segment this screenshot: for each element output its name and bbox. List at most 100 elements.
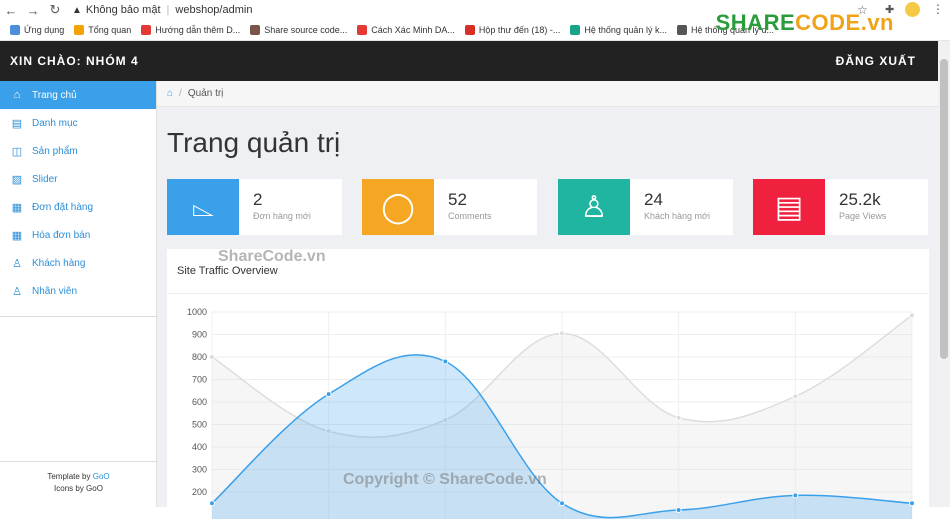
menu-icon[interactable]: ⋮ bbox=[932, 2, 944, 16]
bookmark-label: Ứng dụng bbox=[24, 25, 65, 35]
profile-icon[interactable] bbox=[905, 2, 920, 17]
sidebar-item-label: Nhân viên bbox=[32, 285, 78, 297]
data-point[interactable] bbox=[675, 414, 682, 421]
sidebar-item-4[interactable]: ▦ Đơn đặt hàng bbox=[0, 193, 156, 221]
url-field[interactable]: ▲ Không bảo mật | webshop/admin bbox=[72, 4, 252, 16]
user-icon: ♙ bbox=[12, 257, 22, 270]
sidebar-item-6[interactable]: ♙ Khách hàng bbox=[0, 249, 156, 277]
sidebar-item-label: Đơn đặt hàng bbox=[32, 201, 94, 213]
stat-label: Đơn hàng mới bbox=[253, 211, 311, 221]
y-tick-label: 400 bbox=[192, 442, 207, 452]
scrollbar-thumb[interactable] bbox=[940, 59, 948, 359]
y-tick-label: 200 bbox=[192, 487, 207, 497]
brand-part1: SHARE bbox=[715, 10, 796, 35]
logout-link[interactable]: ĐĂNG XUẤT bbox=[836, 54, 916, 68]
bookmark-item[interactable]: Hướng dẫn thêm D... bbox=[141, 25, 240, 35]
bookmark-label: Cách Xác Minh DA... bbox=[371, 25, 455, 35]
breadcrumb-current: Quản trị bbox=[187, 88, 224, 99]
data-point[interactable] bbox=[909, 500, 915, 507]
bag-icon: ◫ bbox=[11, 145, 23, 158]
bookmark-icon bbox=[10, 25, 20, 35]
y-tick-label: 500 bbox=[192, 420, 207, 430]
sidebar-item-0[interactable]: ⌂ Trang chủ bbox=[0, 81, 156, 109]
back-icon[interactable]: ← bbox=[0, 3, 22, 18]
data-point[interactable] bbox=[792, 393, 799, 400]
stat-card: ⌳ 2 Đơn hàng mới bbox=[167, 179, 342, 235]
bookmark-icon bbox=[464, 25, 475, 35]
data-point[interactable] bbox=[559, 500, 565, 507]
page-title: Trang quản trị bbox=[167, 127, 341, 158]
sidebar-item-label: Trang chủ bbox=[32, 89, 77, 101]
footer-icons-text: Icons by GoO bbox=[54, 484, 103, 493]
bookmark-item[interactable]: Tổng quan bbox=[74, 25, 131, 35]
breadcrumb-separator: / bbox=[179, 88, 182, 99]
data-point[interactable] bbox=[325, 391, 332, 398]
bookmark-item[interactable]: Hệ thống quản lý k... bbox=[570, 25, 667, 35]
sidebar-item-label: Hóa đơn bán bbox=[32, 229, 91, 241]
stat-value: 2 bbox=[253, 190, 263, 209]
table-icon: ▦ bbox=[11, 229, 23, 242]
bookmark-label: Tổng quan bbox=[88, 25, 132, 35]
sidebar-item-7[interactable]: ♙ Nhân viên bbox=[0, 277, 156, 305]
bookmark-icon bbox=[570, 25, 581, 35]
warning-icon: ▲ bbox=[72, 4, 82, 16]
stat-value: 52 bbox=[448, 190, 467, 209]
bookmark-label: Share source code... bbox=[264, 25, 348, 35]
comment-icon: ◯ bbox=[362, 179, 434, 235]
bookmark-item[interactable]: Cách Xác Minh DA... bbox=[357, 25, 455, 35]
bookmark-icon bbox=[250, 25, 261, 35]
footer-template-link[interactable]: GoO bbox=[93, 472, 110, 481]
y-tick-label: 300 bbox=[192, 465, 207, 475]
browser-window-icon: ▤ bbox=[753, 179, 825, 235]
bookmark-label: Hệ thống quản lý k... bbox=[584, 25, 667, 35]
stat-value: 25.2k bbox=[839, 190, 881, 209]
watermark-center: ShareCode.vn bbox=[218, 248, 326, 265]
y-tick-label: 700 bbox=[192, 375, 207, 385]
y-tick-label: 1000 bbox=[187, 307, 207, 317]
data-point[interactable] bbox=[442, 358, 449, 365]
traffic-chart: 1000 900 800 700 600 500 400 300 200 bbox=[187, 307, 915, 519]
user-icon: ♙ bbox=[12, 285, 22, 298]
bookmark-item[interactable]: Hộp thư đến (18) -... bbox=[464, 25, 560, 35]
url-separator: | bbox=[166, 4, 170, 16]
bookmark-item[interactable]: Share source code... bbox=[250, 25, 347, 35]
data-point[interactable] bbox=[909, 312, 915, 319]
image-icon: ▨ bbox=[11, 173, 23, 186]
home-icon[interactable]: ⌂ bbox=[167, 88, 173, 99]
reload-icon[interactable]: ↻ bbox=[44, 2, 66, 18]
data-point[interactable] bbox=[675, 507, 682, 513]
sidebar: ⌂ Trang chủ ▤ Danh mục ◫ Sản phẩm ▨ Slider ▦ Đơn … bbox=[0, 81, 157, 507]
bookmark-icon bbox=[676, 25, 687, 35]
brand-part2: CODE.vn bbox=[795, 10, 894, 35]
sidebar-item-label: Sản phẩm bbox=[32, 145, 78, 157]
bookmark-item[interactable]: Ứng dụng bbox=[10, 25, 64, 35]
watermark-bottom: Copyright © ShareCode.vn bbox=[343, 471, 547, 488]
data-point[interactable] bbox=[792, 492, 799, 499]
home-icon: ⌂ bbox=[13, 89, 21, 101]
security-label: Không bảo mật bbox=[85, 4, 161, 16]
list-icon: ▤ bbox=[11, 117, 23, 130]
bookmark-icon bbox=[141, 25, 152, 35]
data-point[interactable] bbox=[209, 354, 215, 360]
user-icon: ♙ bbox=[558, 179, 630, 235]
stat-label: Khách hàng mới bbox=[644, 211, 710, 221]
sidebar-item-label: Danh mục bbox=[32, 117, 78, 129]
bookmark-icon bbox=[74, 25, 85, 35]
data-point[interactable] bbox=[559, 330, 565, 337]
admin-topbar: XIN CHÀO: NHÓM 4 ĐĂNG XUẤT bbox=[0, 41, 938, 81]
sidebar-item-5[interactable]: ▦ Hóa đơn bán bbox=[0, 221, 156, 249]
sidebar-item-label: Khách hàng bbox=[32, 257, 86, 269]
data-point[interactable] bbox=[209, 500, 215, 507]
greeting-text: XIN CHÀO: NHÓM 4 bbox=[10, 54, 139, 68]
sidebar-item-1[interactable]: ▤ Danh mục bbox=[0, 109, 156, 137]
stat-label: Page Views bbox=[839, 211, 887, 221]
forward-icon[interactable]: → bbox=[22, 3, 44, 18]
breadcrumb: ⌂ / Quản trị bbox=[157, 81, 938, 107]
sidebar-item-2[interactable]: ◫ Sản phẩm bbox=[0, 137, 156, 165]
main-content: ⌂ / Quản trị Trang quản trị ⌳ 2 Đơn hàng m… bbox=[157, 81, 938, 519]
shopping-bag-icon: ⌳ bbox=[167, 179, 239, 235]
page-scrollbar[interactable] bbox=[938, 41, 950, 507]
sidebar-item-3[interactable]: ▨ Slider bbox=[0, 165, 156, 193]
y-tick-label: 600 bbox=[192, 397, 207, 407]
y-tick-label: 900 bbox=[192, 330, 207, 340]
